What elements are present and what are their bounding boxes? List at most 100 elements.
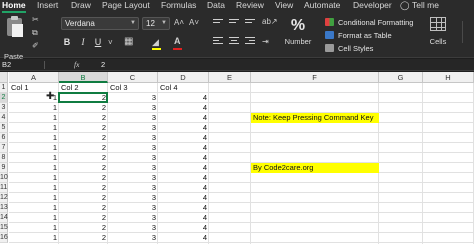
data-cell[interactable]: 3 xyxy=(108,103,158,113)
row-header-8[interactable]: 8 xyxy=(0,153,8,163)
cells-button[interactable]: Cells xyxy=(425,15,451,55)
data-cell[interactable]: 3 xyxy=(108,173,158,183)
row-header-2[interactable]: 2 xyxy=(0,93,8,103)
tab-formulas[interactable]: Formulas xyxy=(161,0,196,13)
data-cell[interactable]: 1 xyxy=(9,193,59,203)
data-cell[interactable]: 1 xyxy=(9,233,59,243)
data-cell[interactable]: 2 xyxy=(59,203,108,213)
number-format-button[interactable]: % Number xyxy=(283,15,313,55)
data-cell[interactable]: 4 xyxy=(158,233,209,243)
data-cell[interactable]: 3 xyxy=(108,223,158,233)
row-header-7[interactable]: 7 xyxy=(0,143,8,153)
cut-icon[interactable]: ✂ xyxy=(32,16,39,24)
orientation-icon[interactable]: ab↗ xyxy=(262,17,278,27)
italic-button[interactable]: I xyxy=(78,35,88,49)
column-header-b[interactable]: B xyxy=(59,72,108,83)
data-cell[interactable]: 2 xyxy=(59,173,108,183)
data-cell[interactable]: 1 xyxy=(9,113,59,123)
data-cell[interactable]: 2 xyxy=(59,103,108,113)
column-header-d[interactable]: D xyxy=(158,72,209,83)
note-cell[interactable]: By Code2care.org xyxy=(251,163,379,173)
align-top-icon[interactable] xyxy=(213,19,223,27)
align-middle-icon[interactable] xyxy=(229,19,239,27)
data-cell[interactable]: 4 xyxy=(158,113,209,123)
column-header-h[interactable]: H xyxy=(423,72,474,83)
align-bottom-icon[interactable] xyxy=(245,19,255,27)
data-cell[interactable]: 2 xyxy=(59,123,108,133)
row-header-15[interactable]: 15 xyxy=(0,223,8,233)
spreadsheet-grid[interactable]: A B C D E F G H 1 2 3 4 5 6 7 8 9 10 11 12 13 14 15 16 Col 1 Col … xyxy=(0,72,474,244)
tab-tell-me[interactable]: Tell me xyxy=(412,0,439,13)
column-header-c[interactable]: C xyxy=(108,72,158,83)
row-header-6[interactable]: 6 xyxy=(0,133,8,143)
fx-icon[interactable]: fx xyxy=(74,59,79,71)
data-cell[interactable]: 3 xyxy=(108,143,158,153)
data-cell[interactable]: 3 xyxy=(108,153,158,163)
data-cell[interactable]: 1 xyxy=(9,123,59,133)
data-cell[interactable]: 2 xyxy=(59,223,108,233)
formula-input[interactable]: 2 xyxy=(101,59,105,71)
data-cell[interactable]: 1 xyxy=(9,143,59,153)
tab-view[interactable]: View xyxy=(275,0,293,13)
font-name-select[interactable]: Verdana ▼ xyxy=(61,17,139,30)
data-cell[interactable]: 1 xyxy=(9,153,59,163)
data-cell[interactable]: 3 xyxy=(108,203,158,213)
column-header-a[interactable]: A xyxy=(9,72,59,83)
data-cell[interactable]: 1 xyxy=(9,223,59,233)
data-cell[interactable]: 1 xyxy=(9,183,59,193)
data-cell[interactable]: 3 xyxy=(108,113,158,123)
data-cell[interactable]: 4 xyxy=(158,153,209,163)
header-cell[interactable]: Col 3 xyxy=(108,83,158,93)
row-header-16[interactable]: 16 xyxy=(0,233,8,243)
align-center-icon[interactable] xyxy=(229,37,239,45)
name-box[interactable]: B2 xyxy=(2,59,11,71)
decrease-font-icon[interactable]: A˅ xyxy=(189,18,199,28)
row-header-1[interactable]: 1 xyxy=(0,83,8,93)
data-cell[interactable]: 2 xyxy=(59,163,108,173)
data-cell[interactable]: 1 xyxy=(9,163,59,173)
tab-page-layout[interactable]: Page Layout xyxy=(102,0,150,13)
column-header-f[interactable]: F xyxy=(251,72,379,83)
note-cell[interactable]: Note: Keep Pressing Command Key xyxy=(251,113,379,123)
ribbon-overflow[interactable] xyxy=(462,21,472,43)
data-cell[interactable]: 2 xyxy=(59,93,108,103)
tab-insert[interactable]: Insert xyxy=(37,0,58,13)
align-left-icon[interactable] xyxy=(213,37,223,45)
row-header-3[interactable]: 3 xyxy=(0,103,8,113)
copy-icon[interactable]: ⧉ xyxy=(32,29,38,37)
underline-chevron-icon[interactable]: ˅ xyxy=(108,38,113,48)
tab-developer[interactable]: Developer xyxy=(353,0,392,13)
underline-button[interactable]: U xyxy=(93,35,103,49)
row-header-11[interactable]: 11 xyxy=(0,183,8,193)
row-header-10[interactable]: 10 xyxy=(0,173,8,183)
borders-icon[interactable]: ▦ xyxy=(124,37,133,47)
data-cell[interactable]: 3 xyxy=(108,133,158,143)
data-cell[interactable]: 4 xyxy=(158,173,209,183)
data-cell[interactable]: 2 xyxy=(59,153,108,163)
data-cell[interactable]: 3 xyxy=(108,213,158,223)
data-cell[interactable]: 2 xyxy=(59,233,108,243)
select-all-corner[interactable] xyxy=(0,72,8,83)
data-cell[interactable]: 2 xyxy=(59,143,108,153)
data-cell[interactable]: 4 xyxy=(158,163,209,173)
data-cell[interactable]: 3 xyxy=(108,233,158,243)
data-cell[interactable]: 1 xyxy=(9,103,59,113)
data-cell[interactable]: 4 xyxy=(158,203,209,213)
row-header-14[interactable]: 14 xyxy=(0,213,8,223)
row-header-5[interactable]: 5 xyxy=(0,123,8,133)
fill-color-icon[interactable]: ◢ xyxy=(152,37,159,47)
tab-home[interactable]: Home xyxy=(2,0,26,13)
data-cell[interactable]: 2 xyxy=(59,133,108,143)
row-header-13[interactable]: 13 xyxy=(0,203,8,213)
data-cell[interactable]: 2 xyxy=(59,183,108,193)
data-cell[interactable]: 2 xyxy=(59,213,108,223)
data-cell[interactable]: 4 xyxy=(158,143,209,153)
data-cell[interactable]: 1 xyxy=(9,203,59,213)
data-cell[interactable]: 1 xyxy=(9,213,59,223)
data-cell[interactable]: 4 xyxy=(158,183,209,193)
increase-font-icon[interactable]: A˄ xyxy=(174,18,184,28)
bold-button[interactable]: B xyxy=(62,35,72,49)
row-header-9[interactable]: 9 xyxy=(0,163,8,173)
data-cell[interactable]: 1 xyxy=(9,133,59,143)
font-size-select[interactable]: 12 ▼ xyxy=(142,17,170,30)
